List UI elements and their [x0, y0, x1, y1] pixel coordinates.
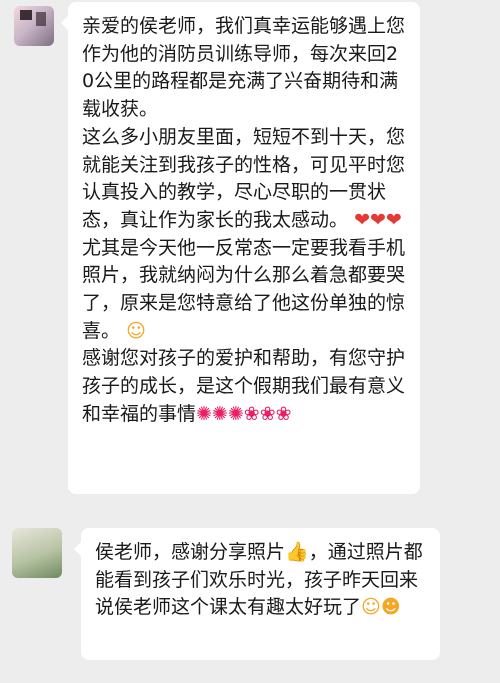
thinking-face-emoji-icon: ☺☻ [361, 596, 401, 619]
message-paragraph: 这么多小朋友里面，短短不到十天，您就能关注到我孩子的性格，可见平时您认真投入的教… [82, 125, 406, 231]
smiling-face-emoji-icon: ☺ [126, 319, 146, 342]
sender-avatar[interactable] [14, 6, 54, 46]
message-bubble[interactable]: 侯老师，感谢分享照片👍，通过照片都能看到孩子们欢乐时光，孩子昨天回来说侯老师这个… [74, 528, 440, 660]
message-paragraph: 侯老师，感谢分享照片👍，通过照片都能看到孩子们欢乐时光，孩子昨天回来说侯老师这个… [95, 541, 423, 619]
message-paragraph: 感谢您对孩子的爱护和帮助，有您守护孩子的成长，是这个假期我们最有意义和幸福的事情… [82, 347, 406, 425]
message-paragraph: 亲爱的侯老师，我们真幸运能够遇上您作为他的消防员训练导师，每次来回20公里的路程… [82, 15, 406, 121]
thumbs-up-emoji-icon: 👍 [285, 541, 309, 563]
sender-avatar[interactable] [12, 528, 62, 578]
heart-emoji-icon: ❤❤❤ [354, 208, 402, 231]
message-bubble[interactable]: 亲爱的侯老师，我们真幸运能够遇上您作为他的消防员训练导师，每次来回20公里的路程… [61, 2, 420, 494]
message-paragraph: 尤其是今天他一反常态一定要我看手机照片，我就纳闷为什么那么着急都要哭了，原来是您… [82, 236, 406, 342]
fireworks-rose-emoji-icon: ✺✺✺❀❀❀ [196, 402, 292, 425]
